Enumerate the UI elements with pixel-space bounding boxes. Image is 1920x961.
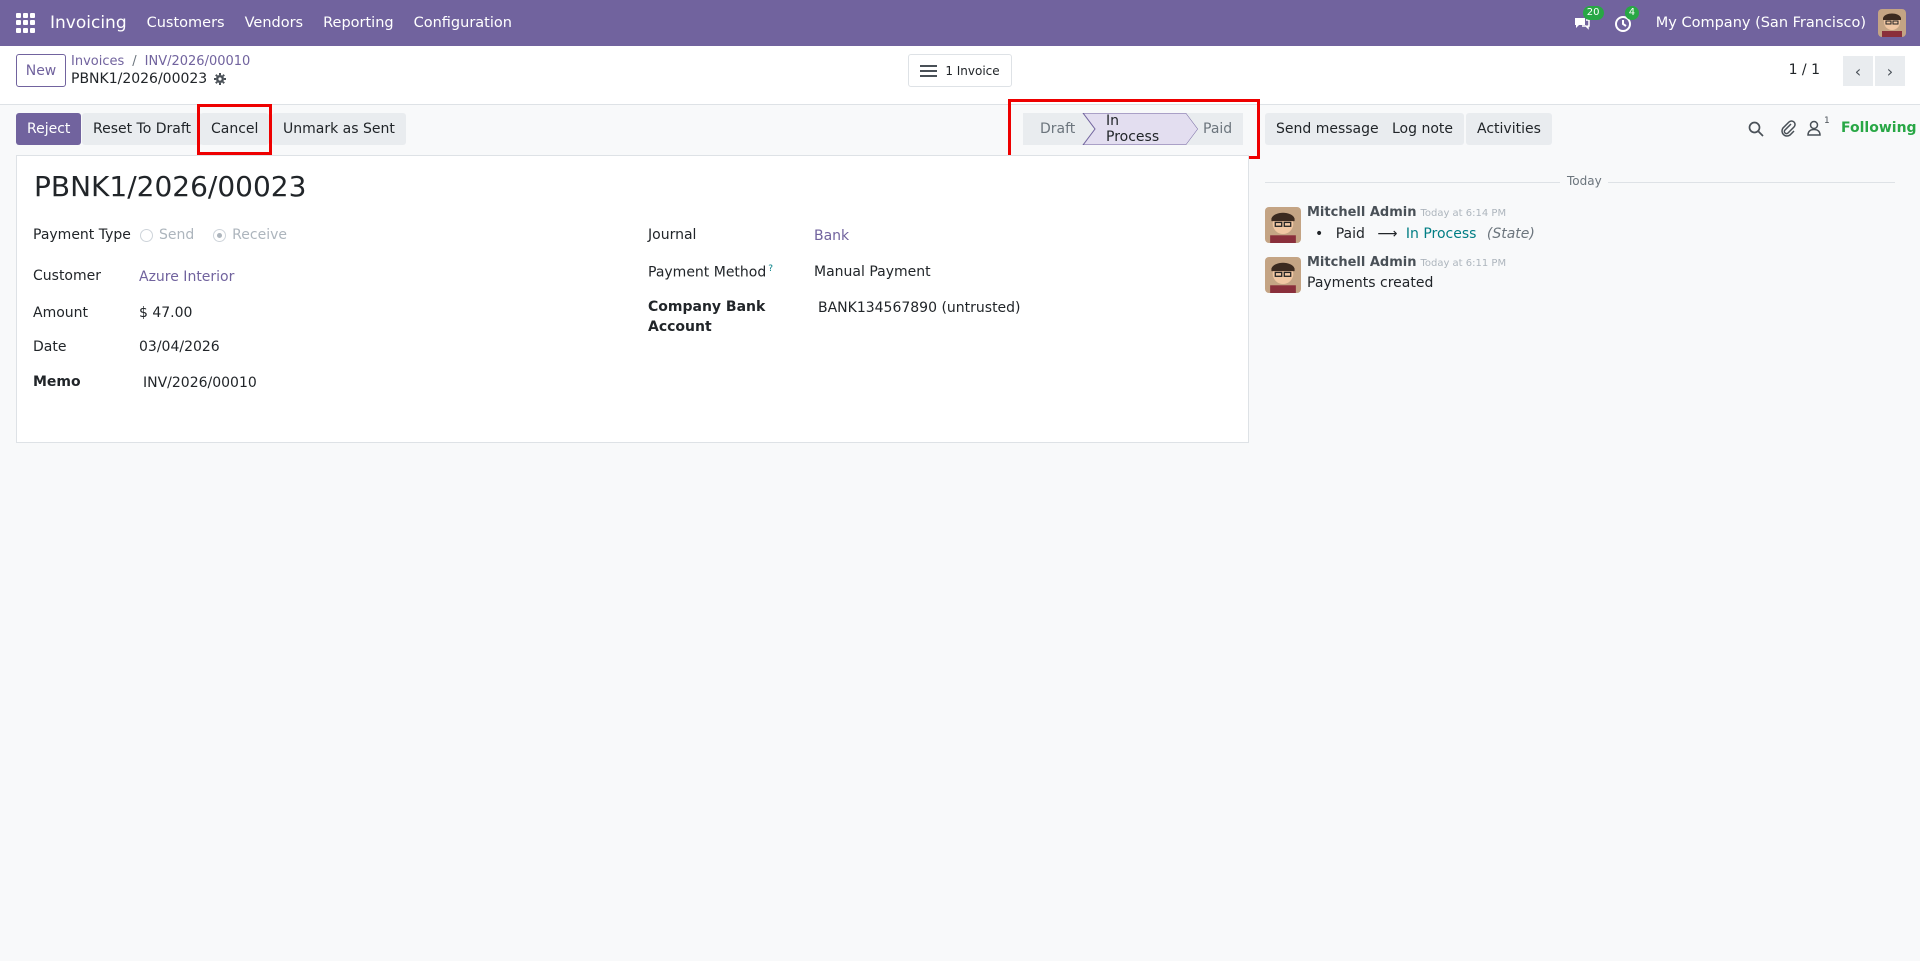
follower-user-icon[interactable] xyxy=(1807,120,1821,136)
amount-value: $ 47.00 xyxy=(139,305,193,321)
breadcrumb-invoice[interactable]: INV/2026/00010 xyxy=(145,54,251,69)
date-separator: Today xyxy=(1265,172,1895,192)
current-record-title: PBNK1/2026/00023 xyxy=(71,71,227,87)
activities-button[interactable]: Activities xyxy=(1466,113,1552,145)
payment-method-help-icon[interactable]: ? xyxy=(768,264,773,274)
radio-receive[interactable] xyxy=(213,228,227,242)
breadcrumb-invoices[interactable]: Invoices xyxy=(71,54,124,69)
tracking-new-value: In Process xyxy=(1405,226,1477,242)
chevron-right-icon: › xyxy=(1886,61,1894,81)
smart-button-label: 1 Invoice xyxy=(945,63,1000,78)
menu-customers[interactable]: Customers xyxy=(147,15,225,31)
message-body: Payments created xyxy=(1307,275,1434,291)
new-button[interactable]: New xyxy=(16,54,66,87)
radio-send[interactable] xyxy=(140,228,153,242)
user-avatar[interactable] xyxy=(1878,9,1906,37)
payment-method-value: Manual Payment xyxy=(814,264,931,280)
date-label: Date xyxy=(33,339,67,355)
customer-label: Customer xyxy=(33,268,102,284)
separator-line-right xyxy=(1608,182,1895,183)
tracking-field-name: (State) xyxy=(1486,226,1535,242)
tracking-value-line: • Paid ⟶ In Process (State) xyxy=(1315,226,1535,242)
radio-receive-label: Receive xyxy=(232,227,287,243)
company-switcher[interactable]: My Company (San Francisco) xyxy=(1656,15,1866,31)
log-note-button[interactable]: Log note xyxy=(1381,113,1464,145)
arrow-right-icon: ⟶ xyxy=(1377,226,1398,242)
following-button[interactable]: Following xyxy=(1841,120,1917,136)
message-author-name: Mitchell Admin xyxy=(1307,205,1417,220)
send-message-button[interactable]: Send message xyxy=(1265,113,1390,145)
activities-count-badge: 4 xyxy=(1624,6,1640,20)
separator-line-left xyxy=(1265,182,1560,183)
message-avatar[interactable] xyxy=(1265,207,1301,243)
breadcrumb: Invoices / INV/2026/00010 xyxy=(71,54,250,69)
list-icon xyxy=(920,64,938,77)
bullet-icon: • xyxy=(1315,226,1324,242)
chevron-left-icon: ‹ xyxy=(1854,61,1862,81)
company-bank-label-line1: Company Bank xyxy=(648,299,766,315)
date-value: 03/04/2026 xyxy=(139,339,220,355)
tracking-old-value: Paid xyxy=(1335,226,1365,242)
highlight-cancel xyxy=(197,104,272,155)
menu-configuration[interactable]: Configuration xyxy=(414,15,512,31)
memo-value: INV/2026/00010 xyxy=(143,375,257,391)
company-bank-account-value: BANK134567890 (untrusted) xyxy=(818,300,1021,316)
gear-icon[interactable] xyxy=(214,73,227,85)
message-time: Today at 6:11 PM xyxy=(1420,258,1507,269)
unmark-as-sent-button[interactable]: Unmark as Sent xyxy=(272,113,406,145)
date-separator-label: Today xyxy=(1567,174,1602,188)
highlight-status-bar xyxy=(1008,99,1260,159)
radio-send-label: Send xyxy=(159,227,195,243)
message-author[interactable]: Mitchell Admin Today at 6:14 PM xyxy=(1307,205,1506,220)
journal-label: Journal xyxy=(648,227,697,243)
menu-reporting[interactable]: Reporting xyxy=(323,15,394,31)
company-bank-account-label: Company Bank Account xyxy=(648,297,765,337)
company-bank-label-line2: Account xyxy=(648,319,712,335)
search-icon[interactable] xyxy=(1748,121,1764,137)
memo-label: Memo xyxy=(33,374,81,390)
pager-next-button[interactable]: › xyxy=(1875,56,1905,86)
breadcrumb-separator: / xyxy=(132,54,137,69)
payment-method-label: Payment Method? xyxy=(648,264,773,281)
app-name[interactable]: Invoicing xyxy=(50,13,127,33)
control-panel: New Invoices / INV/2026/00010 PBNK1/2026/0… xyxy=(0,46,1920,105)
top-navbar: Invoicing Customers Vendors Reporting Co… xyxy=(0,0,1920,46)
message-author-name: Mitchell Admin xyxy=(1307,255,1417,270)
customer-value[interactable]: Azure Interior xyxy=(139,269,234,285)
message-time: Today at 6:14 PM xyxy=(1420,208,1507,219)
followers-count: 1 xyxy=(1824,116,1830,126)
amount-label: Amount xyxy=(33,305,89,321)
messages-icon[interactable]: 20 xyxy=(1572,6,1604,33)
reset-to-draft-button[interactable]: Reset To Draft xyxy=(82,113,203,145)
payment-type-radio: Send Receive xyxy=(140,227,287,243)
form-sheet: PBNK1/2026/00023 Payment Type Send Recei… xyxy=(16,155,1249,443)
paperclip-icon[interactable] xyxy=(1780,120,1796,138)
message-avatar[interactable] xyxy=(1265,257,1301,293)
payment-title: PBNK1/2026/00023 xyxy=(34,170,307,203)
journal-value[interactable]: Bank xyxy=(814,228,849,244)
invoice-smart-button[interactable]: 1 Invoice xyxy=(908,54,1012,87)
messages-count-badge: 20 xyxy=(1582,6,1604,20)
activities-clock-icon[interactable]: 4 xyxy=(1614,6,1640,33)
pager-previous-button[interactable]: ‹ xyxy=(1843,56,1873,86)
payment-type-label: Payment Type xyxy=(33,227,131,243)
pager-value[interactable]: 1 / 1 xyxy=(1789,62,1820,78)
apps-menu-icon[interactable] xyxy=(16,13,36,33)
current-record-name: PBNK1/2026/00023 xyxy=(71,71,208,87)
menu-vendors[interactable]: Vendors xyxy=(245,15,304,31)
message-author[interactable]: Mitchell Admin Today at 6:11 PM xyxy=(1307,255,1506,270)
payment-method-label-text: Payment Method xyxy=(648,264,767,281)
reject-button[interactable]: Reject xyxy=(16,113,82,145)
